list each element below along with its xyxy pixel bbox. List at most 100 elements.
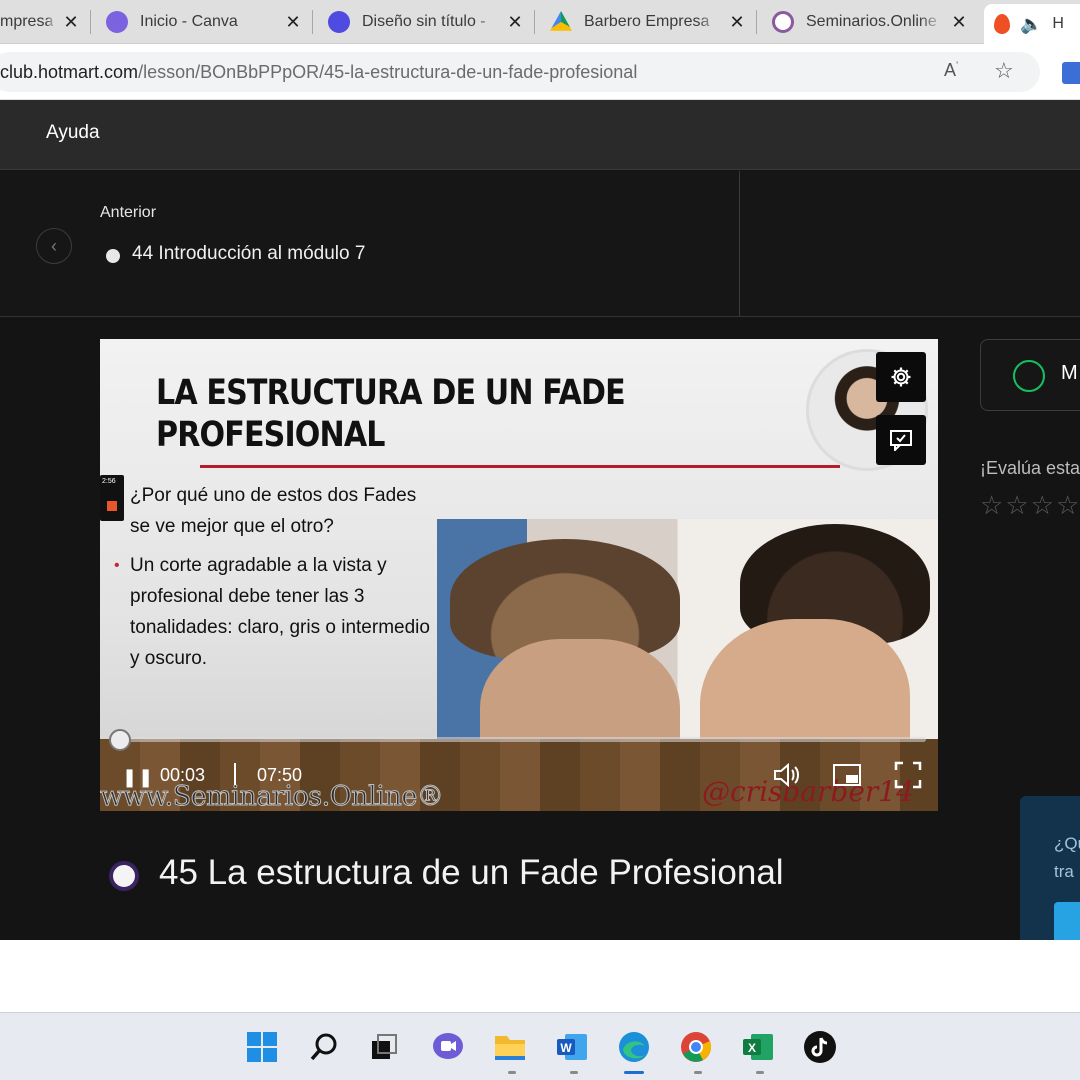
close-tab-icon[interactable]: ✕	[506, 12, 524, 33]
file-explorer-icon[interactable]	[492, 1029, 528, 1065]
screen: mpresa ✕ Inicio - Canva ✕ Diseño sin tít…	[0, 0, 1080, 1080]
fullscreen-icon[interactable]	[894, 761, 922, 789]
read-aloud-icon[interactable]: Aʼ	[944, 60, 958, 81]
star-icon[interactable]: ☆	[1005, 490, 1030, 520]
star-icon[interactable]: ☆	[1031, 490, 1056, 520]
volume-icon[interactable]	[772, 761, 802, 789]
running-indicator	[570, 1071, 578, 1074]
previous-caption: Anterior	[100, 204, 157, 221]
active-indicator	[624, 1071, 644, 1074]
help-card-line: tra	[1054, 862, 1074, 881]
search-icon[interactable]	[306, 1029, 342, 1065]
mark-complete-label: M	[1061, 362, 1078, 384]
tab-barbero-empresa-1[interactable]: mpresa ✕	[0, 2, 90, 42]
close-tab-icon[interactable]: ✕	[284, 12, 302, 33]
current-lesson-status-dot	[109, 861, 139, 891]
bullet-2: • Un corte agradable a la vista y profes…	[114, 550, 450, 674]
excel-icon[interactable]: X	[740, 1029, 776, 1065]
chrome-icon[interactable]	[678, 1029, 714, 1065]
speaker-icon[interactable]: 🔈	[1020, 14, 1042, 35]
tiktok-icon[interactable]	[802, 1029, 838, 1065]
rate-lesson-label: ¡Evalúa esta	[980, 458, 1080, 478]
star-icon[interactable]: ☆	[980, 490, 1005, 520]
tab-separator	[90, 10, 91, 34]
bullet-line: y oscuro.	[130, 648, 208, 669]
close-tab-icon[interactable]: ✕	[950, 12, 968, 33]
close-tab-icon[interactable]: ✕	[62, 12, 80, 33]
current-time: 00:03	[160, 765, 206, 785]
tab-title: mpresa	[0, 13, 54, 30]
tab-separator	[312, 10, 313, 34]
slide-bullets: ¿Por qué uno de estos dos Fades se ve me…	[114, 480, 450, 674]
chat-check-icon	[890, 430, 912, 451]
url-text[interactable]: club.hotmart.com/lesson/BOnBbPPpOR/45-la…	[0, 62, 637, 83]
picture-in-picture-icon[interactable]	[832, 761, 862, 789]
tab-title: Inicio - Canva	[140, 13, 238, 30]
tab-inicio-canva[interactable]: Inicio - Canva ✕	[96, 2, 312, 42]
slide-title-line: LA ESTRUCTURA DE UN FADE	[156, 373, 626, 413]
tab-title: Barbero Empresa	[584, 13, 710, 30]
bullet-1: ¿Por qué uno de estos dos Fades se ve me…	[130, 480, 450, 542]
previous-lesson-button[interactable]: ‹	[36, 228, 72, 264]
help-card-line: ¿Qu	[1054, 834, 1080, 853]
google-drive-icon	[550, 11, 572, 31]
add-favorite-icon[interactable]: ☆	[994, 58, 1014, 84]
bullet-line: tonalidades: claro, gris o intermedio	[130, 617, 430, 638]
svg-text:W: W	[560, 1041, 572, 1055]
url-field[interactable]: club.hotmart.com/lesson/BOnBbPPpOR/45-la…	[0, 52, 1040, 92]
feedback-button[interactable]	[876, 415, 926, 465]
running-indicator	[694, 1071, 702, 1074]
tab-seminarios-online[interactable]: Seminarios.Online ✕	[762, 2, 978, 42]
current-lesson-title: 45 La estructura de un Fade Profesional	[159, 853, 784, 892]
help-link[interactable]: Ayuda	[46, 122, 100, 144]
page-topbar: Ayuda	[0, 100, 1080, 170]
close-tab-icon[interactable]: ✕	[728, 12, 746, 33]
mark-complete-button[interactable]: M	[980, 339, 1080, 411]
bullet-line: Un corte agradable a la vista y	[130, 555, 387, 576]
progress-handle[interactable]	[109, 729, 131, 751]
tab-hotmart-active[interactable]: 🔈 H	[984, 4, 1080, 44]
tab-separator	[534, 10, 535, 34]
browser-address-bar: club.hotmart.com/lesson/BOnBbPPpOR/45-la…	[0, 44, 1080, 100]
video-player[interactable]: LA ESTRUCTURA DE UN FADE PROFESIONAL ¿Po…	[100, 339, 938, 811]
page-bottom-area	[0, 940, 1080, 1012]
word-icon[interactable]: W	[554, 1029, 590, 1065]
tab-title: Seminarios.Online	[806, 13, 937, 30]
gear-icon	[891, 367, 911, 387]
teams-chat-icon[interactable]	[430, 1029, 466, 1065]
previous-status-dot	[106, 249, 120, 263]
tab-title: H	[1052, 15, 1064, 32]
windows-start-icon[interactable]	[244, 1029, 280, 1065]
tab-diseno-sin-titulo[interactable]: Diseño sin título - ✕	[318, 2, 534, 42]
task-view-icon[interactable]	[366, 1029, 402, 1065]
recording-badge: 2:56	[100, 475, 124, 521]
browser-tab-strip: mpresa ✕ Inicio - Canva ✕ Diseño sin tít…	[0, 0, 1080, 44]
url-host: club.hotmart.com	[0, 62, 139, 82]
tab-separator	[756, 10, 757, 34]
settings-button[interactable]	[876, 352, 926, 402]
running-indicator	[508, 1071, 516, 1074]
slide-underline	[200, 465, 840, 468]
extension-icon[interactable]	[1062, 62, 1080, 84]
help-card-text: ¿Qu tra	[1054, 830, 1080, 886]
seminarios-icon	[772, 11, 794, 33]
bullet-dot-icon: •	[114, 557, 120, 574]
svg-text:X: X	[748, 1041, 756, 1055]
edge-icon[interactable]	[616, 1029, 652, 1065]
bullet-line: ¿Por qué uno de estos dos Fades	[130, 485, 417, 506]
previous-lesson-title[interactable]: 44 Introducción al módulo 7	[132, 243, 365, 265]
star-icon[interactable]: ☆	[1056, 490, 1080, 520]
bullet-line: profesional debe tener las 3	[130, 586, 365, 607]
video-controls: ❚❚ 00:03 07:50	[100, 759, 938, 799]
duration: 07:50	[257, 765, 303, 785]
tab-title: Diseño sin título -	[362, 13, 486, 30]
checkbox-circle-icon	[1013, 360, 1045, 392]
progress-bar[interactable]	[120, 737, 926, 742]
pause-icon[interactable]: ❚❚	[122, 767, 154, 788]
hotmart-icon	[994, 14, 1010, 34]
tab-barbero-empresa-2[interactable]: Barbero Empresa ✕	[540, 2, 756, 42]
time-separator	[234, 763, 236, 785]
rating-stars[interactable]: ☆☆☆☆	[980, 490, 1080, 521]
help-card-button[interactable]	[1054, 902, 1080, 944]
running-indicator	[756, 1071, 764, 1074]
